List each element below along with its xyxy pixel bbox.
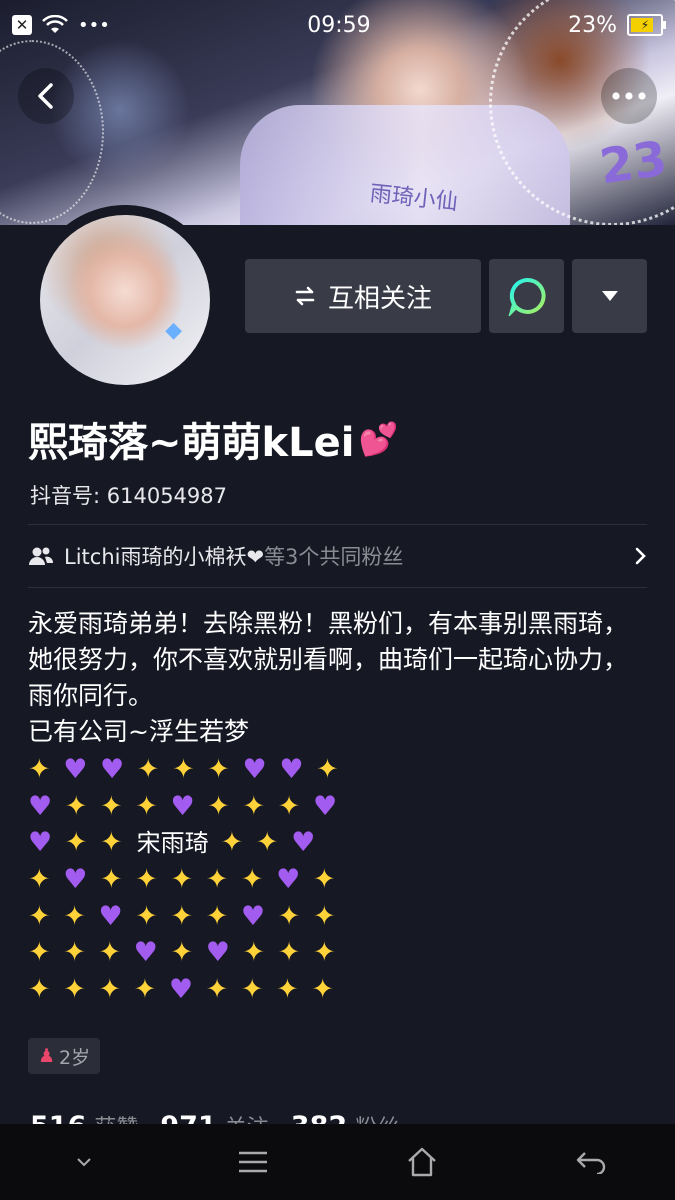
avatar[interactable]: ◆ <box>30 205 220 395</box>
swap-arrows-icon <box>295 286 315 306</box>
battery-percentage: 23% <box>568 12 617 38</box>
diamond-icon: ◆ <box>165 318 182 343</box>
message-button[interactable] <box>489 259 564 333</box>
bio-line: 已有公司~浮生若梦 <box>28 717 249 746</box>
douyin-id: 抖音号: 614054987 <box>30 484 227 508</box>
emoji-art: ✦ ♥ ♥ ✦ ✦ ✦ ♥ ♥ ✦ ♥ ✦ ✦ ✦ ♥ ✦ ✦ ✦ ♥ ♥ ✦ … <box>28 754 341 1006</box>
nav-home-button[interactable] <box>382 1124 462 1200</box>
triangle-down-icon <box>601 291 618 301</box>
status-time: 09:59 <box>307 12 371 38</box>
page-title: 熙琦落~萌萌kLei 💕 <box>28 410 398 468</box>
banner-decoration: 23 <box>596 130 671 196</box>
recommend-dropdown-button[interactable] <box>572 259 647 333</box>
bio-line: 永爱雨琦弟弟！去除黑粉！黑粉们，有本事别黑雨琦，她很努力，你不喜欢就别看啊，曲琦… <box>28 609 629 710</box>
heart-emoji: 💕 <box>358 420 399 458</box>
banner-decoration <box>0 40 104 224</box>
menu-icon <box>239 1151 268 1173</box>
more-dots-icon <box>612 92 646 100</box>
follow-button-label: 互相关注 <box>327 283 432 314</box>
nav-back-button[interactable] <box>551 1124 631 1200</box>
avatar-image: ◆ <box>40 215 210 385</box>
battery-icon: ⚡ <box>626 14 666 36</box>
age-tag: ♟ 2岁 <box>28 1038 101 1074</box>
people-icon <box>29 547 54 565</box>
divider <box>28 587 647 588</box>
return-icon <box>576 1152 605 1174</box>
back-arrow-icon <box>38 83 53 109</box>
mutual-fans-suffix: 等3个共同粉丝 <box>264 545 404 569</box>
bio-text: 永爱雨琦弟弟！去除黑粉！黑粉们，有本事别黑雨琦，她很努力，你不喜欢就别看啊，曲琦… <box>28 606 648 750</box>
mutual-fans-row[interactable]: Litchi雨琦的小棉袄❤ 等3个共同粉丝 <box>28 525 647 587</box>
system-navigation-bar <box>0 1124 675 1200</box>
signal-dots-icon: ••• <box>78 14 110 36</box>
mutual-follow-button[interactable]: 互相关注 <box>245 259 481 333</box>
chevron-down-icon <box>77 1157 92 1166</box>
back-button[interactable] <box>18 68 74 124</box>
close-notification-icon: ✕ <box>12 15 32 35</box>
chat-bubble-icon <box>507 277 546 316</box>
age-label: 2岁 <box>59 1046 91 1069</box>
more-options-button[interactable] <box>601 68 657 124</box>
chevron-right-icon <box>635 547 646 565</box>
emoji-art-name: 宋雨琦 <box>136 829 209 858</box>
status-bar: ✕ ••• 09:59 23% ⚡ <box>0 0 675 50</box>
nickname-text: 熙琦落~萌萌kLei <box>28 420 355 466</box>
nav-menu-button[interactable] <box>213 1124 293 1200</box>
wifi-icon <box>42 15 68 33</box>
person-icon: ♟ <box>38 1045 56 1067</box>
nav-collapse-button[interactable] <box>44 1124 124 1200</box>
mutual-fans-name: Litchi雨琦的小棉袄❤ <box>64 545 265 569</box>
home-icon <box>408 1147 436 1177</box>
